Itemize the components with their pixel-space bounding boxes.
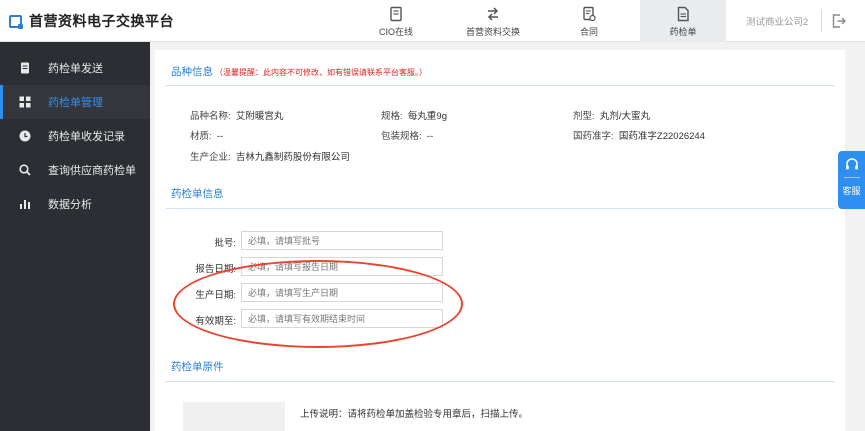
contract-icon xyxy=(583,6,596,22)
sidebar: 药检单发送 药检单管理 药检单收发记录 查询供应商药检单 数据分析 xyxy=(0,42,150,431)
field-value: 每丸重9g xyxy=(407,111,447,122)
upload-instructions: 上传说明：请将药检单加盖检验专用章后，扫描上传。 xyxy=(300,409,529,420)
section-title-text: 品种信息 xyxy=(171,66,213,78)
sidebar-item-label: 查询供应商药检单 xyxy=(48,165,136,177)
field-label: 剂型: xyxy=(573,111,595,122)
section-title-report: 药检单信息 xyxy=(171,188,224,200)
top-header: 首营资料电子交换平台 CIO在线 首营资料交换 合同 药检单 测试商业公司2 xyxy=(0,0,865,42)
main-content: 品种信息 （温馨提醒：此内容不可修改，如有错误请联系平台客服。） 品种名称: 艾附… xyxy=(150,42,865,431)
batch-number-input[interactable] xyxy=(241,231,443,250)
section-divider xyxy=(166,85,834,86)
field-material: 材质: -- xyxy=(190,128,223,142)
grid-icon xyxy=(19,96,31,108)
field-label: 规格: xyxy=(381,111,403,122)
readonly-note: （温馨提醒：此内容不可修改，如有错误请联系平台客服。） xyxy=(215,68,427,77)
field-label: 生产企业: xyxy=(190,152,231,163)
platform-logo[interactable]: 首营资料电子交换平台 xyxy=(9,12,174,30)
field-value: 艾附暖宫丸 xyxy=(235,111,284,122)
production-date-input[interactable] xyxy=(241,283,443,302)
sidebar-item-label: 药检单发送 xyxy=(48,63,103,75)
section-title-original: 药检单原件 xyxy=(171,361,224,373)
batch-number-label: 批号: xyxy=(214,238,236,249)
production-date-label: 生产日期: xyxy=(195,290,236,301)
field-value: 吉林九鑫制药股份有限公司 xyxy=(235,152,350,163)
search-icon xyxy=(19,164,31,176)
report-date-input[interactable] xyxy=(241,257,443,276)
expiry-date-label: 有效期至: xyxy=(195,316,236,327)
field-value: 国药准字Z22026244 xyxy=(618,131,705,142)
exchange-icon xyxy=(487,7,499,21)
field-value: -- xyxy=(216,131,224,142)
service-label: 客服 xyxy=(842,186,861,196)
bar-chart-icon xyxy=(20,200,30,209)
nav-label: CIO在线 xyxy=(378,27,413,37)
company-name[interactable]: 测试商业公司2 xyxy=(746,14,808,28)
sidebar-item-label: 药检单收发记录 xyxy=(48,131,125,143)
sidebar-item-label: 药检单管理 xyxy=(48,97,103,109)
logo-mark-icon xyxy=(9,14,23,29)
nav-label: 首营资料交换 xyxy=(465,27,520,37)
service-divider xyxy=(843,177,860,178)
nav-label: 药检单 xyxy=(669,27,697,37)
logout-icon[interactable] xyxy=(831,13,847,29)
nav-cio-online[interactable]: CIO在线 xyxy=(353,0,439,42)
detail-panel: 品种信息 （温馨提醒：此内容不可修改，如有错误请联系平台客服。） 品种名称: 艾附… xyxy=(155,50,845,431)
field-label: 包装规格: xyxy=(381,131,422,142)
section-divider xyxy=(166,381,834,382)
expiry-date-input[interactable] xyxy=(241,309,443,328)
report-date-label: 报告日期: xyxy=(195,264,236,275)
clock-icon xyxy=(19,130,31,142)
section-title-variety: 品种信息 （温馨提醒：此内容不可修改，如有错误请联系平台客服。） xyxy=(171,64,427,79)
field-value: 丸剂/大蜜丸 xyxy=(599,111,651,122)
sidebar-item-send-receive-records[interactable]: 药检单收发记录 xyxy=(0,119,150,153)
header-divider xyxy=(821,10,822,32)
sidebar-item-query-supplier[interactable]: 查询供应商药检单 xyxy=(0,153,150,187)
nav-material-exchange[interactable]: 首营资料交换 xyxy=(450,0,536,42)
section-divider xyxy=(166,208,834,209)
field-spec: 规格: 每丸重9g xyxy=(381,108,447,122)
document-icon xyxy=(21,62,29,74)
nav-contract[interactable]: 合同 xyxy=(546,0,632,42)
field-label: 品种名称: xyxy=(190,111,231,122)
field-variety-name: 品种名称: 艾附暖宫丸 xyxy=(190,108,283,122)
field-dosage-form: 剂型: 丸剂/大蜜丸 xyxy=(573,108,650,122)
field-package-spec: 包装规格: -- xyxy=(381,128,433,142)
book-icon xyxy=(390,6,402,22)
headset-icon xyxy=(845,158,858,170)
field-value: -- xyxy=(426,131,434,142)
field-label: 材质: xyxy=(190,131,212,142)
nav-inspection-report[interactable]: 药检单 xyxy=(640,0,726,42)
report-icon xyxy=(677,6,689,22)
field-manufacturer: 生产企业: 吉林九鑫制药股份有限公司 xyxy=(190,149,350,163)
customer-service-button[interactable]: 客服 xyxy=(838,151,865,209)
field-label: 国药准字: xyxy=(573,131,614,142)
field-approval-number: 国药准字: 国药准字Z22026244 xyxy=(573,128,705,142)
sidebar-item-manage-report[interactable]: 药检单管理 xyxy=(0,85,150,119)
platform-name: 首营资料电子交换平台 xyxy=(29,13,174,29)
sidebar-item-send-report[interactable]: 药检单发送 xyxy=(0,51,150,85)
nav-label: 合同 xyxy=(579,27,598,37)
sidebar-item-label: 数据分析 xyxy=(48,199,92,211)
upload-area[interactable] xyxy=(183,402,285,431)
sidebar-item-data-analysis[interactable]: 数据分析 xyxy=(0,187,150,221)
